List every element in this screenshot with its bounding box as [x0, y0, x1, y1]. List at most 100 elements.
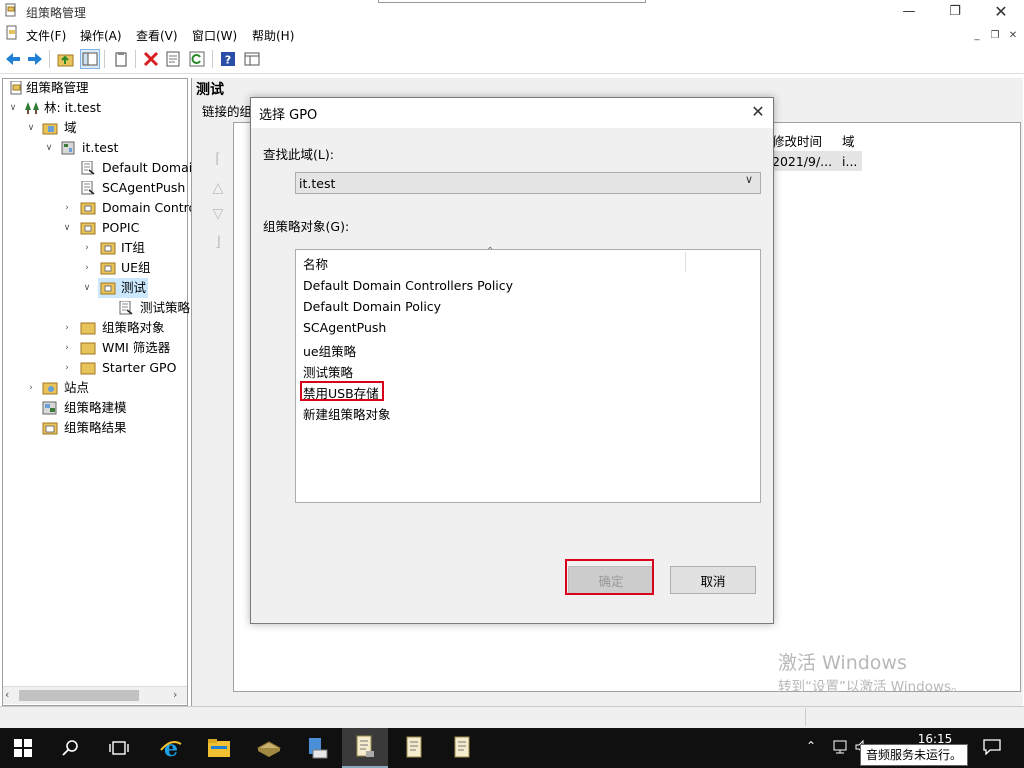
console-tree-icon[interactable] [242, 49, 262, 69]
gpo-list-item[interactable]: Default Domain Policy [303, 299, 441, 314]
tree-label: 组策略建模 [64, 400, 127, 415]
chevron-down-icon[interactable]: ∨ [44, 138, 54, 158]
chevron-down-icon[interactable]: ∨ [8, 98, 18, 118]
file-explorer-icon[interactable] [196, 728, 242, 768]
gpo-list-item[interactable]: ue组策略 [303, 341, 356, 360]
status-separator [805, 708, 806, 726]
menu-window[interactable]: 窗口(W) [192, 27, 237, 44]
annotation-highlight-box [300, 381, 384, 401]
server-manager-icon[interactable] [246, 728, 292, 768]
chevron-down-icon[interactable]: ∨ [62, 218, 72, 238]
audio-service-tooltip: 音频服务未运行。 [860, 744, 968, 766]
window-title: 组策略管理 [26, 6, 87, 20]
tree-label: WMI 筛选器 [102, 340, 171, 355]
chevron-right-icon[interactable]: › [62, 358, 72, 378]
chevron-right-icon[interactable]: › [62, 318, 72, 338]
up-folder-icon[interactable] [56, 49, 76, 69]
help-icon[interactable]: ? [218, 49, 238, 69]
delete-icon[interactable] [141, 49, 161, 69]
minimize-button[interactable]: — [886, 0, 932, 22]
tree-label: IT组 [121, 240, 145, 255]
linked-gpo-tab-label[interactable]: 链接的组 [202, 101, 252, 120]
menu-action[interactable]: 操作(A) [80, 27, 122, 44]
mdi-restore-button[interactable]: ❐ [986, 27, 1004, 43]
system-menu-icon[interactable] [4, 25, 20, 41]
refresh-icon[interactable] [187, 49, 207, 69]
folder-icon [80, 362, 96, 375]
gpo-list-item[interactable]: 测试策略 [303, 362, 353, 381]
chevron-right-icon[interactable]: › [82, 258, 92, 278]
domain-select-value: it.test [299, 176, 336, 191]
move-bottom-icon[interactable]: ⌋ [208, 234, 228, 254]
tree-label: SCAgentPush [102, 180, 186, 195]
move-top-icon[interactable]: ⌈ [208, 151, 228, 171]
ou-folder-icon [100, 282, 116, 295]
column-header-name[interactable]: 名称 [303, 254, 328, 273]
gpo-link-icon [81, 161, 95, 175]
gpo-editor-taskbar-icon[interactable] [392, 728, 438, 768]
gpo-editor-taskbar-icon-2[interactable] [440, 728, 486, 768]
tree-label: POPIC [102, 220, 140, 235]
move-down-icon[interactable]: ▽ [208, 206, 228, 226]
toolbar-separator [135, 50, 136, 68]
cell-domain: i... [842, 154, 858, 169]
gpmc-taskbar-icon[interactable] [342, 728, 388, 768]
mdi-close-button[interactable]: ✕ [1004, 27, 1022, 43]
scrollbar-thumb[interactable] [19, 690, 139, 701]
chevron-down-icon[interactable]: ∨ [745, 173, 753, 186]
domain-select[interactable] [295, 172, 761, 194]
column-header-domain[interactable]: 域 [842, 131, 855, 150]
internet-explorer-icon[interactable]: e [148, 728, 194, 768]
network-icon[interactable] [832, 739, 848, 755]
background-window-edge [378, 0, 646, 3]
dialog-close-icon[interactable]: ✕ [748, 101, 768, 123]
menu-help[interactable]: 帮助(H) [252, 27, 294, 44]
column-separator[interactable] [685, 252, 686, 272]
forward-arrow-icon[interactable] [25, 49, 45, 69]
chevron-right-icon[interactable]: › [82, 238, 92, 258]
ad-users-icon[interactable] [294, 728, 340, 768]
notifications-icon[interactable] [983, 739, 1001, 755]
tree-horizontal-scrollbar[interactable]: ‹ › [3, 686, 187, 704]
results-icon [42, 422, 58, 435]
gpo-list-item[interactable]: SCAgentPush [303, 320, 386, 335]
menu-file[interactable]: 文件(F) [26, 27, 66, 44]
search-icon[interactable] [48, 728, 94, 768]
chevron-down-icon[interactable]: ∨ [82, 278, 92, 298]
ou-folder-icon [80, 222, 96, 235]
scroll-right-icon[interactable]: › [173, 688, 177, 701]
tree-label: 域 [64, 120, 77, 135]
column-header-modified[interactable]: 修改时间 [772, 131, 822, 150]
back-arrow-icon[interactable] [3, 49, 23, 69]
chevron-right-icon[interactable]: › [62, 198, 72, 218]
window-titlebar: 组策略管理 [0, 0, 1024, 22]
task-view-icon[interactable] [96, 728, 142, 768]
close-button[interactable]: ✕ [978, 0, 1024, 22]
maximize-button[interactable]: ❐ [932, 0, 978, 22]
properties-icon[interactable] [163, 49, 183, 69]
chevron-down-icon[interactable]: ∨ [26, 118, 36, 138]
cancel-button[interactable]: 取消 [670, 566, 756, 594]
gpo-list-item[interactable]: 新建组策略对象 [303, 404, 391, 423]
gpo-list-item[interactable]: Default Domain Controllers Policy [303, 278, 513, 293]
show-hide-tree-icon[interactable] [80, 49, 100, 69]
move-up-icon[interactable]: △ [208, 180, 228, 200]
chevron-right-icon[interactable]: › [26, 378, 36, 398]
ou-folder-icon [100, 242, 116, 255]
tree-label: it.test [82, 140, 119, 155]
dialog-title: 选择 GPO [259, 108, 318, 123]
sites-folder-icon [42, 382, 58, 395]
tree-label: 测试策略 [140, 300, 191, 315]
chevron-up-icon[interactable]: ⌃ [806, 739, 816, 753]
find-domain-label: 查找此域(L): [263, 147, 334, 162]
menu-view[interactable]: 查看(V) [136, 27, 178, 44]
scroll-left-icon[interactable]: ‹ [5, 688, 9, 701]
svg-text:?: ? [225, 54, 231, 67]
clipboard-icon[interactable] [111, 49, 131, 69]
start-windows-icon[interactable] [0, 728, 46, 768]
tree-label: Starter GPO [102, 360, 177, 375]
tree-label: Default Domai [102, 160, 193, 175]
chevron-right-icon[interactable]: › [62, 338, 72, 358]
dialog-titlebar [251, 98, 773, 128]
mdi-minimize-button[interactable]: _ [968, 27, 986, 43]
